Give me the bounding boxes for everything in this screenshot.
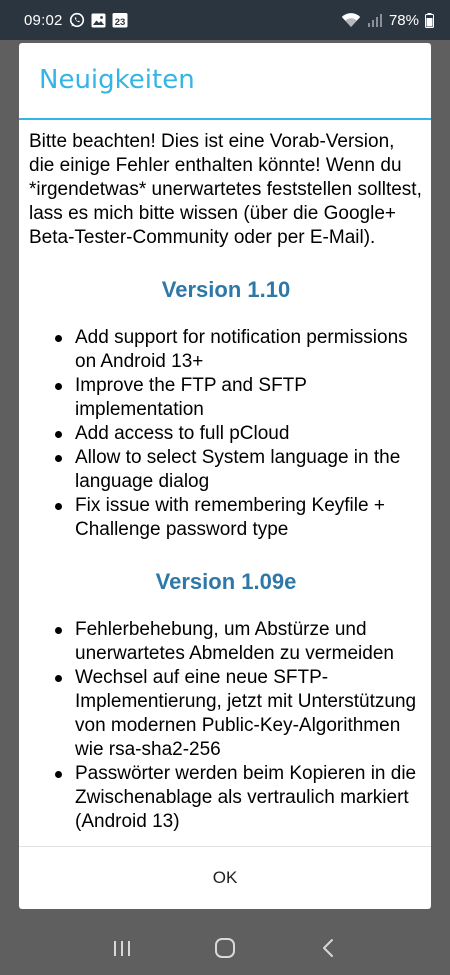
status-bar: 09:02 23 78% xyxy=(0,0,450,40)
image-icon xyxy=(91,13,106,28)
status-right: 78% xyxy=(341,12,434,29)
back-icon[interactable] xyxy=(308,928,348,968)
change-list: Add support for notification permissions… xyxy=(29,326,423,542)
status-left: 09:02 23 xyxy=(24,12,128,29)
news-dialog: Neuigkeiten Bitte beachten! Dies ist ein… xyxy=(19,43,431,909)
list-item: Fehlerbehebung, um Abstürze und unerwart… xyxy=(55,618,423,666)
navigation-bar xyxy=(0,920,450,975)
calendar-icon: 23 xyxy=(112,12,128,28)
battery-percent: 78% xyxy=(388,11,419,29)
dialog-title: Neuigkeiten xyxy=(39,65,195,95)
version-heading: Version 1.09e xyxy=(155,569,297,594)
list-item: Fix issue with remembering Keyfile + Cha… xyxy=(55,494,423,542)
wifi-icon xyxy=(341,12,361,28)
intro-text: Bitte beachten! Dies ist eine Vorab-Vers… xyxy=(29,131,422,248)
list-item: Add support for notification permissions… xyxy=(55,326,423,374)
list-item: Allow to select System language in the l… xyxy=(55,446,423,494)
dialog-content-scroll[interactable]: Bitte beachten! Dies ist eine Vorab-Vers… xyxy=(19,120,431,846)
recents-icon[interactable] xyxy=(102,928,142,968)
list-item: Wechsel auf eine neue SFTP-Implementieru… xyxy=(55,666,423,762)
home-icon[interactable] xyxy=(205,928,245,968)
dialog-actions: OK xyxy=(19,846,431,909)
change-list: Fehlerbehebung, um Abstürze und unerwart… xyxy=(29,618,423,834)
battery-icon xyxy=(425,12,434,28)
ok-button[interactable]: OK xyxy=(19,847,431,909)
list-item: Passwörter werden beim Kopieren in die Z… xyxy=(55,762,423,834)
list-item: Improve the FTP and SFTP implementation xyxy=(55,374,423,422)
version-heading: Version 1.10 xyxy=(161,277,291,302)
signal-icon xyxy=(367,13,383,27)
calendar-day: 23 xyxy=(114,17,125,28)
whatsapp-icon xyxy=(69,12,85,28)
list-item: Add access to full pCloud xyxy=(55,422,423,446)
status-time: 09:02 xyxy=(24,11,63,29)
